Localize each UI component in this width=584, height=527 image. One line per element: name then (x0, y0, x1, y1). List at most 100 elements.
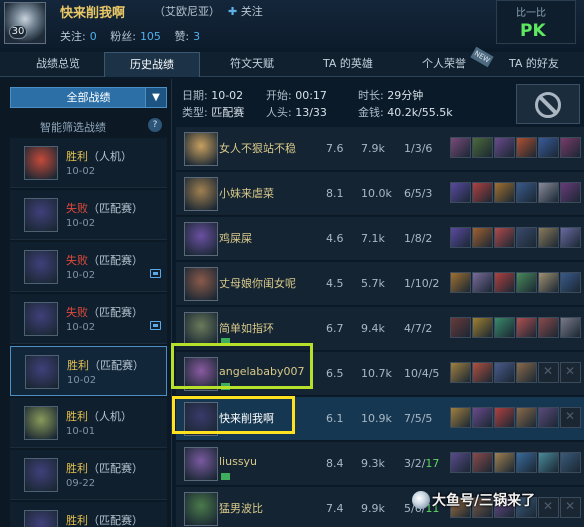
replay-icon[interactable] (150, 321, 161, 330)
match-result: 胜利（人机） (66, 150, 132, 163)
player-score: 6.5 (326, 367, 344, 380)
tab-runes[interactable]: 符文天赋 (204, 52, 300, 77)
player-name[interactable]: 小妹来虐菜 (219, 185, 274, 201)
player-name[interactable]: 女人不狠站不稳 (219, 140, 296, 156)
item-icon (494, 182, 515, 203)
player-name[interactable]: 丈母娘你闺女呢 (219, 275, 296, 291)
player-gold: 9.9k (361, 502, 385, 515)
player-kda: 1/8/2 (404, 232, 433, 245)
match-date: 10-02 (66, 322, 96, 333)
help-icon[interactable]: ? (148, 118, 162, 132)
pk-label: PK (520, 21, 546, 41)
player-score: 4.6 (326, 232, 344, 245)
item-icon (516, 182, 537, 203)
match-date: 10-02 (67, 375, 97, 386)
player-score: 7.6 (326, 142, 344, 155)
match-list-item[interactable]: 胜利（匹配赛）09-17 (10, 502, 167, 527)
player-row[interactable]: 鸡屎屎 4.6 7.1k 1/8/2 (176, 217, 584, 261)
info-date: 日期: 10-02 (182, 89, 244, 102)
item-icon (450, 137, 471, 158)
item-icon (472, 407, 493, 428)
player-row[interactable]: 简单如指环 6.7 9.4k 4/7/2 (176, 307, 584, 351)
player-name[interactable]: 快来削我啊 (219, 410, 274, 426)
avatar[interactable] (4, 2, 46, 44)
match-result: 胜利（匹配赛） (66, 462, 143, 475)
item-icon (560, 182, 581, 203)
player-name[interactable]: angelababy007 (219, 365, 304, 378)
tab-friends[interactable]: TA 的好友 (486, 52, 582, 77)
player-kda: 7/5/5 (404, 412, 433, 425)
empty-item-slot (538, 497, 559, 518)
champion-avatar (184, 267, 218, 301)
item-icon (538, 407, 559, 428)
player-name[interactable]: 简单如指环 (219, 320, 274, 336)
all-matches-dropdown[interactable]: 全部战绩 ▼ (10, 87, 167, 108)
match-result: 胜利（匹配赛） (67, 359, 144, 372)
follow-count-label: 关注: (60, 30, 86, 43)
block-button[interactable] (516, 84, 580, 124)
fans-count-label: 粉丝: (110, 30, 136, 43)
player-row[interactable]: liussyu 8.4 9.3k 3/2/17 (176, 442, 584, 486)
champion-thumbnail (24, 198, 58, 232)
player-score: 7.4 (326, 502, 344, 515)
match-list-item[interactable]: 胜利（匹配赛） 10-02 (10, 346, 167, 396)
champion-thumbnail (24, 510, 58, 527)
info-kills: 人头: 13/33 (266, 106, 327, 119)
badge-icon (221, 473, 230, 480)
match-list-item[interactable]: 胜利（人机） 10-02 (10, 138, 167, 188)
item-icon (516, 272, 537, 293)
player-score: 6.7 (326, 322, 344, 335)
player-row[interactable]: 丈母娘你闺女呢 4.5 5.7k 1/10/2 (176, 262, 584, 306)
match-list-item[interactable]: 胜利（人机） 10-01 (10, 398, 167, 448)
match-list-item[interactable]: 失败（匹配赛） 10-02 (10, 190, 167, 240)
match-list-item[interactable]: 胜利（匹配赛） 09-22 (10, 450, 167, 500)
item-icon (516, 317, 537, 338)
empty-item-slot (560, 497, 581, 518)
item-icon (494, 137, 515, 158)
match-info: 日期: 10-02 开始: 00:17 时长: 29分钟 类型: 匹配赛 人头:… (178, 84, 508, 120)
match-list-item[interactable]: 失败（匹配赛） 10-02 (10, 242, 167, 292)
info-gold: 金钱: 40.2k/55.5k (358, 106, 453, 119)
chevron-down-icon[interactable]: ▼ (145, 88, 166, 107)
tab-bar: 战绩总览 历史战绩 符文天赋 TA 的英雄 个人荣誉 TA 的好友 (0, 52, 584, 77)
player-gold: 10.9k (361, 412, 392, 425)
likes-count-label: 赞: (174, 30, 190, 43)
player-name[interactable]: liussyu (219, 455, 257, 468)
item-icon (472, 227, 493, 248)
champion-avatar (184, 402, 218, 436)
follow-button[interactable]: ✚ 关注 (228, 3, 263, 19)
match-result: 失败（匹配赛） (66, 202, 143, 215)
match-date: 10-01 (66, 426, 96, 437)
player-row[interactable]: 女人不狠站不稳 7.6 7.9k 1/3/6 (176, 127, 584, 171)
item-icon (560, 227, 581, 248)
match-list-item[interactable]: 失败（匹配赛） 10-02 (10, 294, 167, 344)
tab-overview[interactable]: 战绩总览 (8, 52, 108, 77)
item-icon (494, 317, 515, 338)
tab-heroes[interactable]: TA 的英雄 (300, 52, 396, 77)
player-score: 6.1 (326, 412, 344, 425)
player-row[interactable]: 小妹来虐菜 8.1 10.0k 6/5/3 (176, 172, 584, 216)
item-icon (516, 407, 537, 428)
player-row[interactable]: angelababy007 6.5 10.7k 10/4/5 (176, 352, 584, 396)
smart-filter-link[interactable]: 智能筛选战绩 (40, 119, 106, 135)
item-icon (472, 317, 493, 338)
player-gold: 5.7k (361, 277, 385, 290)
info-start: 开始: 00:17 (266, 89, 327, 102)
item-icon (538, 227, 559, 248)
item-icon (516, 362, 537, 383)
compare-label: 比一比 (516, 8, 546, 19)
match-result: 失败（匹配赛） (66, 254, 143, 267)
replay-icon[interactable] (150, 269, 161, 278)
item-icon (516, 452, 537, 473)
player-name[interactable]: 鸡屎屎 (219, 230, 252, 246)
match-result: 胜利（匹配赛） (66, 514, 143, 527)
badge-icon (221, 338, 230, 345)
tab-history[interactable]: 历史战绩 (104, 52, 200, 77)
player-kda: 3/2/17 (404, 457, 440, 470)
player-row[interactable]: 快来削我啊 6.1 10.9k 7/5/5 (176, 397, 584, 441)
item-icon (450, 362, 471, 383)
player-kda: 10/4/5 (404, 367, 440, 380)
player-name[interactable]: 猛男波比 (219, 500, 263, 516)
player-kda: 1/10/2 (404, 277, 440, 290)
badge-icon (221, 383, 230, 390)
